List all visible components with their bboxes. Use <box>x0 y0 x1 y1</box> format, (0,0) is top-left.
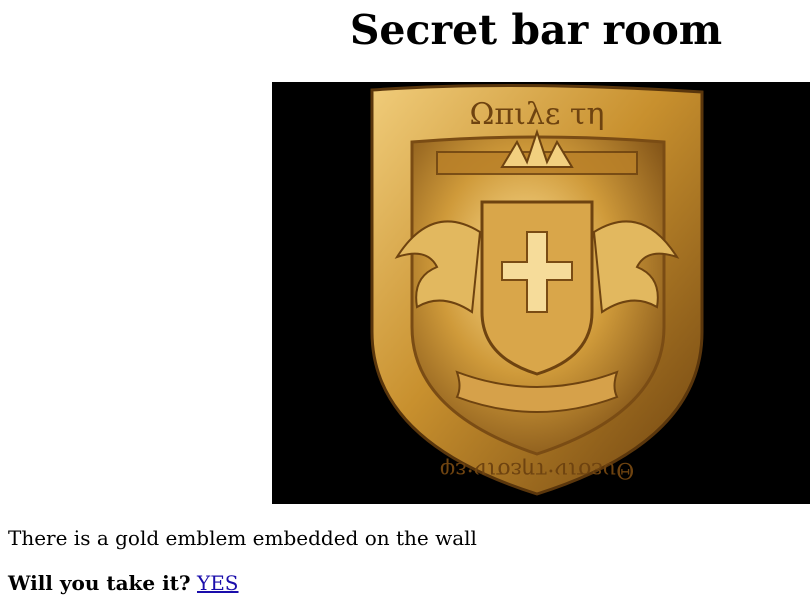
inscription-top: Ωπιλε τη <box>469 97 604 132</box>
yes-link[interactable]: YES <box>197 571 239 595</box>
gold-shield-emblem-icon: Ωπιλε τη Θυεσιν·τηεσιν·εφ <box>370 83 704 496</box>
take-prompt: Will you take it? YES <box>8 570 239 596</box>
emblem-image: Ωπιλε τη Θυεσιν·τηεσιν·εφ <box>272 82 810 504</box>
room-description: There is a gold emblem embedded on the w… <box>8 526 477 550</box>
inscription-bottom: Θυεσιν·τηεσιν·εφ <box>440 457 634 482</box>
take-question: Will you take it? <box>8 571 191 595</box>
page-title: Secret bar room <box>349 6 723 54</box>
